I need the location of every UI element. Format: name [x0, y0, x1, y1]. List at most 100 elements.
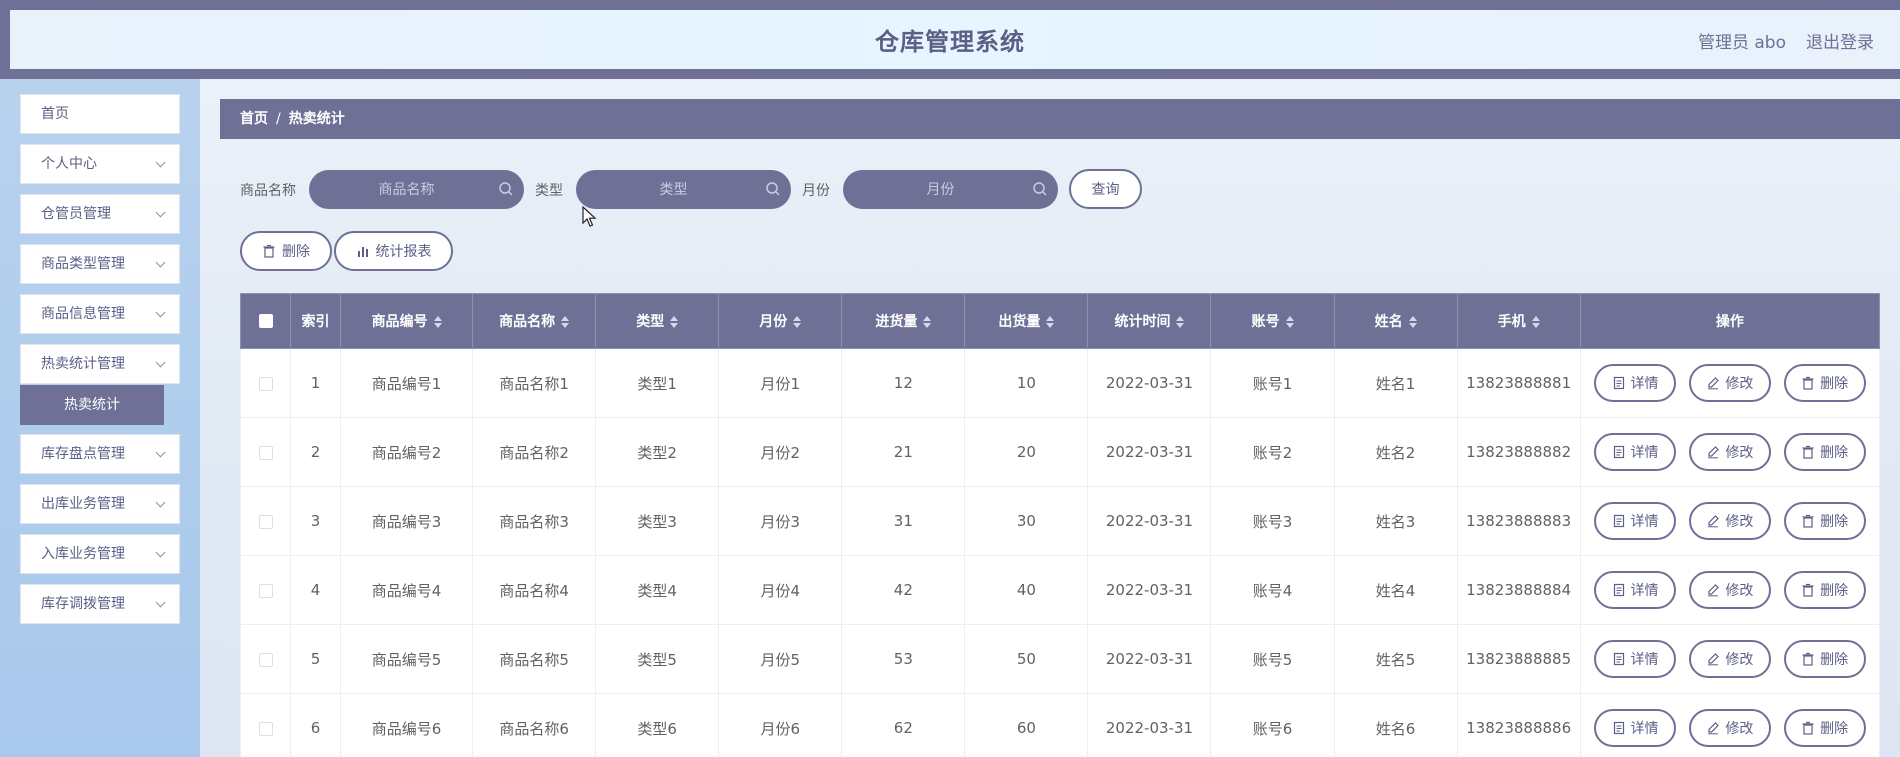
row-checkbox[interactable]: [258, 583, 273, 598]
query-button[interactable]: 查询: [1069, 169, 1142, 209]
column-header-phone[interactable]: 手机: [1456, 293, 1581, 349]
delete-button[interactable]: 删除: [1783, 502, 1866, 540]
column-header-account[interactable]: 账号: [1210, 293, 1335, 349]
actions-cell: 详情 修改 删除: [1579, 624, 1881, 694]
goods-name-input[interactable]: [309, 170, 524, 209]
sidebar-item-goods-type-management[interactable]: 商品类型管理: [20, 244, 180, 284]
mouse-cursor-icon: [582, 206, 597, 227]
time-cell: 2022-03-31: [1087, 348, 1212, 418]
select-all-cell: [239, 293, 292, 349]
select-cell: [239, 555, 292, 625]
sidebar-item-label: 库存调拨管理: [41, 596, 125, 612]
sidebar-item-home[interactable]: 首页: [20, 94, 180, 134]
pencil-icon: [1708, 377, 1720, 390]
actions-cell: 详情 修改 删除: [1579, 348, 1881, 418]
sidebar-item-transfer[interactable]: 库存调拨管理: [20, 584, 180, 624]
sidebar-item-personal-center[interactable]: 个人中心: [20, 144, 180, 184]
delete-button[interactable]: 删除: [1783, 571, 1866, 609]
logout-link[interactable]: 退出登录: [1806, 28, 1874, 53]
sidebar-item-label: 个人中心: [41, 156, 97, 172]
column-header-out[interactable]: 出货量: [964, 293, 1089, 349]
select-all-checkbox[interactable]: [258, 314, 273, 328]
type-input[interactable]: [576, 170, 791, 209]
sort-icon[interactable]: [1408, 316, 1417, 328]
trash-icon: [1802, 583, 1814, 597]
sidebar-item-keeper-management[interactable]: 仓管员管理: [20, 194, 180, 234]
detail-button[interactable]: 详情: [1594, 571, 1677, 609]
sort-icon[interactable]: [433, 316, 442, 328]
sidebar-item-label: 热卖统计管理: [41, 356, 125, 372]
sidebar: 首页 个人中心 仓管员管理 商品类型管理 商品信息管理 热卖统计管理 热卖统计 …: [0, 79, 200, 757]
row-checkbox[interactable]: [258, 514, 273, 529]
delete-button[interactable]: 删除: [1783, 433, 1866, 471]
sidebar-item-inbound[interactable]: 入库业务管理: [20, 534, 180, 574]
edit-button[interactable]: 修改: [1688, 571, 1771, 609]
sidebar-item-inventory-check[interactable]: 库存盘点管理: [20, 434, 180, 474]
type-label: 类型: [535, 183, 563, 199]
month-cell: 月份3: [718, 486, 843, 556]
type-cell: 类型3: [595, 486, 720, 556]
account-cell: 账号2: [1210, 417, 1335, 487]
column-header-in[interactable]: 进货量: [841, 293, 966, 349]
detail-button[interactable]: 详情: [1594, 433, 1677, 471]
breadcrumb-home[interactable]: 首页: [240, 111, 268, 127]
statistics-report-button[interactable]: 统计报表: [334, 231, 453, 271]
sort-icon[interactable]: [1046, 316, 1055, 328]
edit-button[interactable]: 修改: [1688, 433, 1771, 471]
sort-icon[interactable]: [1531, 316, 1540, 328]
code-cell: 商品编号2: [340, 417, 474, 487]
detail-button[interactable]: 详情: [1594, 502, 1677, 540]
detail-button[interactable]: 详情: [1594, 364, 1677, 402]
index-cell: 1: [290, 348, 342, 418]
edit-button[interactable]: 修改: [1688, 640, 1771, 678]
month-input[interactable]: [843, 170, 1058, 209]
account-cell: 账号1: [1210, 348, 1335, 418]
phone-cell: 13823888884: [1456, 555, 1581, 625]
detail-button[interactable]: 详情: [1594, 640, 1677, 678]
index-cell: 4: [290, 555, 342, 625]
name-cell: 商品名称3: [472, 486, 597, 556]
sidebar-item-hot-sale-management[interactable]: 热卖统计管理: [20, 344, 180, 384]
column-label: 索引: [301, 314, 330, 330]
delete-button[interactable]: 删除: [1783, 640, 1866, 678]
delete-button[interactable]: 删除: [1783, 364, 1866, 402]
row-checkbox[interactable]: [258, 445, 273, 460]
code-cell: 商品编号4: [340, 555, 474, 625]
goods-name-label: 商品名称: [240, 183, 296, 199]
column-header-person[interactable]: 姓名: [1333, 293, 1458, 349]
sort-icon[interactable]: [561, 316, 570, 328]
sidebar-subitem-hot-sale[interactable]: 热卖统计: [20, 385, 164, 425]
sort-icon[interactable]: [923, 316, 932, 328]
type-cell: 类型4: [595, 555, 720, 625]
edit-button[interactable]: 修改: [1688, 364, 1771, 402]
sidebar-item-outbound[interactable]: 出库业务管理: [20, 484, 180, 524]
edit-button[interactable]: 修改: [1688, 709, 1771, 747]
trash-icon: [1802, 376, 1814, 390]
batch-delete-button[interactable]: 删除: [240, 231, 332, 271]
row-checkbox[interactable]: [258, 652, 273, 667]
edit-button[interactable]: 修改: [1688, 502, 1771, 540]
code-cell: 商品编号1: [340, 348, 474, 418]
sort-icon[interactable]: [670, 316, 679, 328]
column-header-name[interactable]: 商品名称: [472, 293, 597, 349]
row-checkbox[interactable]: [258, 376, 273, 391]
current-user: 管理员 abo: [1697, 33, 1786, 53]
detail-button[interactable]: 详情: [1594, 709, 1677, 747]
column-header-time[interactable]: 统计时间: [1087, 293, 1212, 349]
column-header-month[interactable]: 月份: [718, 293, 843, 349]
sidebar-item-goods-info-management[interactable]: 商品信息管理: [20, 294, 180, 334]
column-header-code[interactable]: 商品编号: [340, 293, 474, 349]
sidebar-item-label: 商品信息管理: [41, 306, 125, 322]
column-header-type[interactable]: 类型: [595, 293, 720, 349]
sort-icon[interactable]: [1176, 316, 1185, 328]
account-cell: 账号6: [1210, 693, 1335, 757]
row-checkbox[interactable]: [258, 721, 273, 736]
chevron-down-icon: [153, 585, 167, 623]
sort-icon[interactable]: [793, 316, 802, 328]
column-label: 操作: [1715, 314, 1744, 330]
edit-label: 修改: [1725, 652, 1754, 668]
document-icon: [1613, 445, 1624, 459]
delete-button[interactable]: 删除: [1783, 709, 1866, 747]
index-cell: 3: [290, 486, 342, 556]
sort-icon[interactable]: [1285, 316, 1294, 328]
